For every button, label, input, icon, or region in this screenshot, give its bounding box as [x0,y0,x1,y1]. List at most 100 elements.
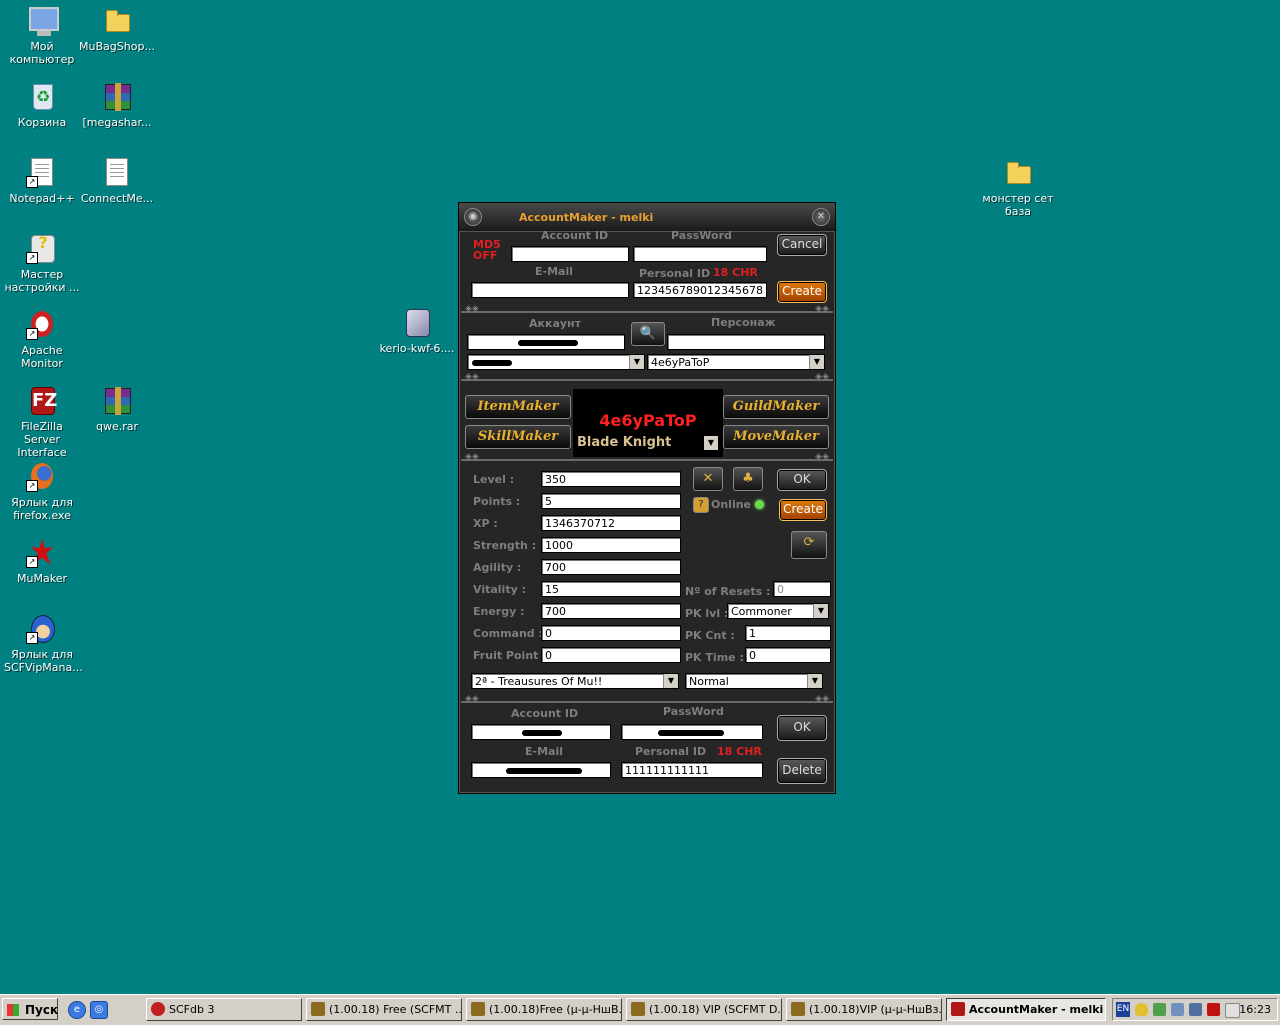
monitor-icon[interactable] [1171,1003,1184,1016]
resets-input[interactable]: 0 [773,581,831,597]
create-account-button[interactable]: Create [777,281,827,303]
points-input[interactable]: 5 [541,493,681,509]
agility-input[interactable]: 700 [541,559,681,575]
create-character-button[interactable]: Create [779,499,827,521]
taskbar-button-free-2[interactable]: (1.00.18)Free (µ-µ-НшВ... [466,998,622,1021]
command-input[interactable]: 0 [541,625,681,641]
energy-input[interactable]: 700 [541,603,681,619]
move-maker-button[interactable]: MoveMaker [723,425,829,449]
chevron-down-icon[interactable]: ▼ [813,604,828,618]
desktop-icon-firefox[interactable]: ↗ Ярлык для firefox.exe [4,460,80,522]
start-button[interactable]: Пуск [2,998,58,1020]
pk-count-input[interactable]: 1 [745,625,831,641]
desktop-icon-mubagshop[interactable]: MuBagShop... [79,4,155,53]
clock[interactable]: 16:23 [1239,1003,1271,1016]
security-shield-icon[interactable] [1135,1003,1148,1016]
section-divider [461,304,833,317]
internet-explorer-icon[interactable]: e [68,1001,86,1019]
desktop-icon-setup-wizard[interactable]: ? ↗ Мастер настройки ... [4,232,80,295]
app-icon [951,1002,965,1016]
title-bar[interactable]: ◉ AccountMaker - melki ✕ [459,203,835,232]
save-stats-ok-button[interactable]: OK [777,469,827,491]
delete-account-button[interactable]: Delete [777,758,827,784]
skill-maker-button[interactable]: SkillMaker [465,425,571,449]
taskbar-button-scfdb[interactable]: SCFdb 3 [146,998,302,1021]
desktop-icon-mumaker[interactable]: ↗ MuMaker [4,536,80,585]
character-select[interactable]: 4e6yPaToP ▼ [647,354,825,370]
delete-character-icon[interactable]: ✕ [693,467,723,491]
desktop-icon-label: Ярлык для SCFVipMana... [4,648,83,674]
tray-app-icon[interactable] [1225,1003,1240,1018]
pk-time-label: PK Time : [685,651,744,664]
rar-archive-icon [101,80,133,112]
personal-id-input[interactable]: 123456789012345678 [633,282,767,298]
account-search-input[interactable] [467,334,625,350]
bottom-email-input[interactable] [471,762,611,778]
fruit-point-input[interactable]: 0 [541,647,681,663]
bottom-password-input[interactable] [621,724,763,740]
recycle-bin-icon: ♻ [26,80,58,112]
bottom-personal-id-input[interactable]: 111111111111 [621,762,763,778]
window-title: AccountMaker - melki [519,211,654,224]
chevron-down-icon[interactable]: ▼ [809,355,824,369]
mode-select[interactable]: Normal ▼ [685,673,823,689]
desktop-icon-apache-monitor[interactable]: ↗ Apache Monitor [4,308,80,370]
cancel-button[interactable]: Cancel [777,234,827,256]
strength-input[interactable]: 1000 [541,537,681,553]
reset-icon[interactable]: ⟳ [791,531,827,559]
strength-label: Strength : [473,539,537,552]
class-select[interactable]: ▼ [703,435,719,451]
taskbar-button-accountmaker[interactable]: AccountMaker - melki [946,998,1106,1021]
bottom-account-id-input[interactable] [471,724,611,740]
personal-id-label: Personal ID [639,267,711,280]
desktop-icon-notepadpp[interactable]: ↗ Notepad++ [4,156,80,205]
inventory-icon[interactable]: ♣ [733,467,763,491]
chevron-down-icon[interactable]: ▼ [807,674,822,688]
item-maker-button[interactable]: ItemMaker [465,395,571,419]
online-label: Online [711,498,752,511]
account-select[interactable]: ▼ [467,354,645,370]
taskbar-button-free-scfmt[interactable]: (1.00.18) Free (SCFMT ... [306,998,462,1021]
character-search-input[interactable] [667,334,825,350]
desktop-icon-recycle-bin[interactable]: ♻ Корзина [4,80,80,129]
help-icon[interactable]: ? [693,497,709,513]
taskbar-button-vip-2[interactable]: (1.00.18)VIP (µ-µ-НшВз... [786,998,942,1021]
close-icon[interactable]: ✕ [812,208,830,226]
chevron-down-icon[interactable]: ▼ [704,436,718,450]
search-icon[interactable]: 🔍 [631,322,665,346]
system-menu-icon[interactable]: ◉ [464,208,482,226]
chevron-down-icon[interactable]: ▼ [663,674,678,688]
server-tray-icon[interactable] [1189,1003,1202,1016]
level-input[interactable]: 350 [541,471,681,487]
password-input[interactable] [633,246,767,262]
account-search-label: Аккаунт [529,317,582,330]
desktop-icon-megashar[interactable]: [megashar... [79,80,155,129]
pk-time-input[interactable]: 0 [745,647,831,663]
pk-level-select[interactable]: Commoner ▼ [727,603,829,619]
language-indicator[interactable]: EN [1116,1002,1130,1017]
server-select[interactable]: 2ª - Treausures Of Mu!! ▼ [471,673,679,689]
vitality-input[interactable]: 15 [541,581,681,597]
desktop-icon-qwe-rar[interactable]: qwe.rar [79,384,155,433]
desktop-icon-filezilla[interactable]: FZ FileZilla Server Interface [4,384,80,459]
desktop-icon-monster-set[interactable]: монстер сет база [980,156,1056,218]
account-id-input[interactable] [511,246,629,262]
desktop-icon-my-computer[interactable]: Мой компьютер [4,4,80,66]
desktop-icon-kerio[interactable]: kerio-kwf-6.... [379,306,455,355]
section-divider [461,694,833,707]
guild-maker-button[interactable]: GuildMaker [723,395,829,419]
desktop-icon-connectme[interactable]: ConnectMe... [79,156,155,205]
character-preview: 4e6yPaToP Blade Knight ▼ [573,389,723,457]
chevron-down-icon[interactable]: ▼ [629,355,644,369]
command-label: Command : [473,627,543,640]
email-input[interactable] [471,282,629,298]
xp-input[interactable]: 1346370712 [541,515,681,531]
taskbar-button-vip-scfmt[interactable]: (1.00.18) VIP (SCFMT D... [626,998,782,1021]
desktop-icon-scfvip[interactable]: ↗ Ярлык для SCFVipMana... [4,612,83,674]
network-icon[interactable] [1153,1003,1166,1016]
mumaker-tray-icon[interactable] [1207,1003,1220,1016]
quicklaunch-icon[interactable]: ◎ [90,1001,108,1019]
desktop-icon-label: монстер сет база [982,192,1054,218]
bottom-ok-button[interactable]: OK [777,715,827,741]
chr-limit-label: 18 CHR [713,266,758,279]
